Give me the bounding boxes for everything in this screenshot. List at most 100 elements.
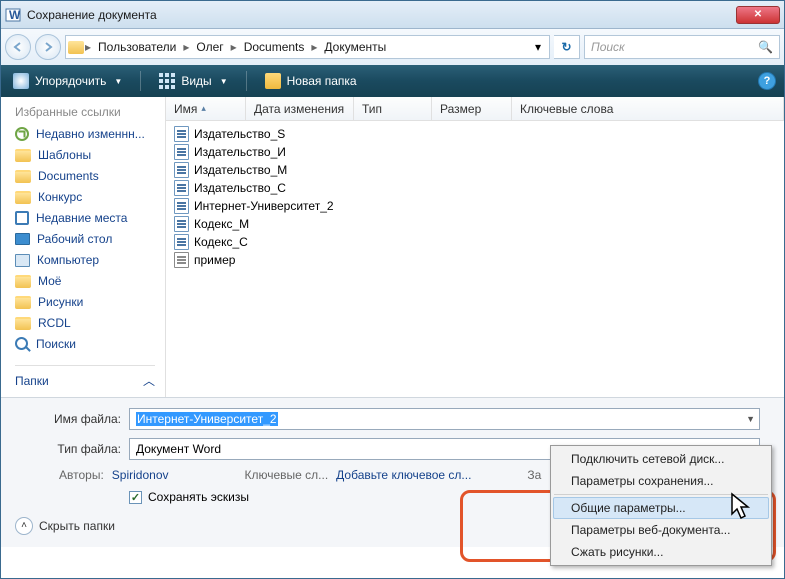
column-size[interactable]: Размер — [432, 97, 512, 120]
address-dropdown[interactable]: ▾ — [529, 40, 547, 54]
file-row[interactable]: Издательство_И — [166, 143, 784, 161]
sidebar-item-label: Шаблоны — [38, 148, 91, 162]
svg-text:W: W — [9, 8, 21, 22]
back-button[interactable] — [5, 34, 31, 60]
document-icon — [174, 144, 189, 160]
document-icon — [174, 162, 189, 178]
menu-web-doc-options[interactable]: Параметры веб-документа... — [553, 519, 769, 541]
sidebar-item[interactable]: Рисунки — [15, 295, 155, 309]
breadcrumb-segment[interactable]: Документы — [318, 40, 392, 54]
word-app-icon: W — [5, 7, 21, 23]
sidebar-item-label: Рисунки — [38, 295, 83, 309]
column-name[interactable]: Имя▴ — [166, 97, 246, 120]
folder-icon — [15, 275, 31, 288]
sidebar-item[interactable]: Поиски — [15, 337, 155, 351]
title-label: За — [527, 468, 541, 482]
column-type[interactable]: Тип — [354, 97, 432, 120]
breadcrumb-segment[interactable]: Пользователи — [92, 40, 182, 54]
views-icon — [159, 73, 175, 89]
file-name: Издательство_И — [194, 145, 286, 159]
file-list-panel: Имя▴ Дата изменения Тип Размер Ключевые … — [166, 97, 784, 397]
folder-icon — [15, 149, 31, 162]
file-row[interactable]: Издательство_М — [166, 161, 784, 179]
sidebar-item-label: Компьютер — [37, 253, 99, 267]
sidebar-item-label: Documents — [38, 169, 99, 183]
command-toolbar: Упорядочить ▼ Виды ▼ Новая папка ? — [1, 65, 784, 97]
column-keywords[interactable]: Ключевые слова — [512, 97, 784, 120]
document-icon — [174, 234, 189, 250]
folder-icon — [15, 296, 31, 309]
organize-button[interactable]: Упорядочить ▼ — [9, 71, 126, 91]
tools-context-menu: Подключить сетевой диск... Параметры сох… — [550, 445, 772, 566]
sort-asc-icon: ▴ — [201, 103, 206, 114]
menu-compress-images[interactable]: Сжать рисунки... — [553, 541, 769, 563]
sidebar-item[interactable]: Documents — [15, 169, 155, 183]
breadcrumb-segment[interactable]: Олег — [190, 40, 229, 54]
keywords-placeholder[interactable]: Добавьте ключевое сл... — [336, 468, 471, 482]
document-icon — [174, 126, 189, 142]
filename-input[interactable]: Интернет-Университет_2 ▼ — [129, 408, 760, 430]
file-row[interactable]: Кодекс_М — [166, 215, 784, 233]
chevron-down-icon[interactable]: ▼ — [746, 414, 755, 424]
computer-icon — [15, 254, 30, 267]
folder-icon — [15, 317, 31, 330]
close-button[interactable]: ✕ — [736, 6, 780, 24]
file-row[interactable]: Интернет-Университет_2 — [166, 197, 784, 215]
hide-folders-button[interactable]: ˄ Скрыть папки — [15, 517, 115, 535]
sidebar-item[interactable]: Шаблоны — [15, 148, 155, 162]
file-row[interactable]: Издательство_S — [166, 125, 784, 143]
file-row[interactable]: пример — [166, 251, 784, 269]
favorites-header: Избранные ссылки — [15, 105, 155, 119]
sidebar-item-label: Недавно изменнн... — [36, 127, 145, 141]
search-icon — [15, 337, 29, 351]
sidebar-item[interactable]: Рабочий стол — [15, 232, 155, 246]
folder-icon — [68, 41, 84, 54]
file-name: Издательство_С — [194, 181, 286, 195]
breadcrumb-segment[interactable]: Documents — [238, 40, 311, 54]
menu-general-options[interactable]: Общие параметры... — [553, 497, 769, 519]
menu-save-options[interactable]: Параметры сохранения... — [553, 470, 769, 492]
sidebar-item-label: Недавние места — [36, 211, 127, 225]
recent-icon — [15, 127, 29, 141]
document-icon — [174, 252, 189, 268]
help-button[interactable]: ? — [758, 72, 776, 90]
document-icon — [174, 180, 189, 196]
search-input[interactable]: Поиск 🔍 — [584, 35, 780, 59]
file-name: Интернет-Университет_2 — [194, 199, 334, 213]
sidebar-item[interactable]: Недавние места — [15, 211, 155, 225]
file-row[interactable]: Издательство_С — [166, 179, 784, 197]
sidebar-item[interactable]: Конкурс — [15, 190, 155, 204]
save-thumbnails-checkbox[interactable]: ✓ — [129, 491, 142, 504]
column-date[interactable]: Дата изменения — [246, 97, 354, 120]
folders-toggle[interactable]: Папки ︿ — [15, 365, 155, 395]
search-placeholder: Поиск — [591, 40, 625, 54]
sidebar-item[interactable]: Моё — [15, 274, 155, 288]
file-name: Издательство_М — [194, 163, 287, 177]
chevron-up-circle-icon: ˄ — [15, 517, 33, 535]
authors-value[interactable]: Spiridonov — [112, 468, 169, 482]
sidebar-item[interactable]: Недавно изменнн... — [15, 127, 155, 141]
sidebar-item[interactable]: RCDL — [15, 316, 155, 330]
sidebar-item[interactable]: Компьютер — [15, 253, 155, 267]
views-button[interactable]: Виды ▼ — [155, 71, 231, 91]
menu-connect-drive[interactable]: Подключить сетевой диск... — [553, 448, 769, 470]
document-icon — [174, 216, 189, 232]
forward-button[interactable] — [35, 34, 61, 60]
file-name: Кодекс_С — [194, 235, 248, 249]
organize-icon — [13, 73, 29, 89]
sidebar-item-label: Конкурс — [38, 190, 82, 204]
file-row[interactable]: Кодекс_С — [166, 233, 784, 251]
titlebar[interactable]: W Сохранение документа ✕ — [1, 1, 784, 29]
address-bar[interactable]: ▸ Пользователи▸ Олег▸ Documents▸ Докумен… — [65, 35, 550, 59]
file-name: Кодекс_М — [194, 217, 249, 231]
search-icon: 🔍 — [758, 40, 773, 54]
new-folder-icon — [265, 73, 281, 89]
refresh-button[interactable]: ↻ — [554, 35, 580, 59]
desktop-icon — [15, 233, 30, 245]
new-folder-button[interactable]: Новая папка — [261, 71, 361, 91]
navigation-bar: ▸ Пользователи▸ Олег▸ Documents▸ Докумен… — [1, 29, 784, 65]
sidebar-item-label: Моё — [38, 274, 61, 288]
sidebar-item-label: Рабочий стол — [37, 232, 112, 246]
document-icon — [174, 198, 189, 214]
folder-icon — [15, 191, 31, 204]
